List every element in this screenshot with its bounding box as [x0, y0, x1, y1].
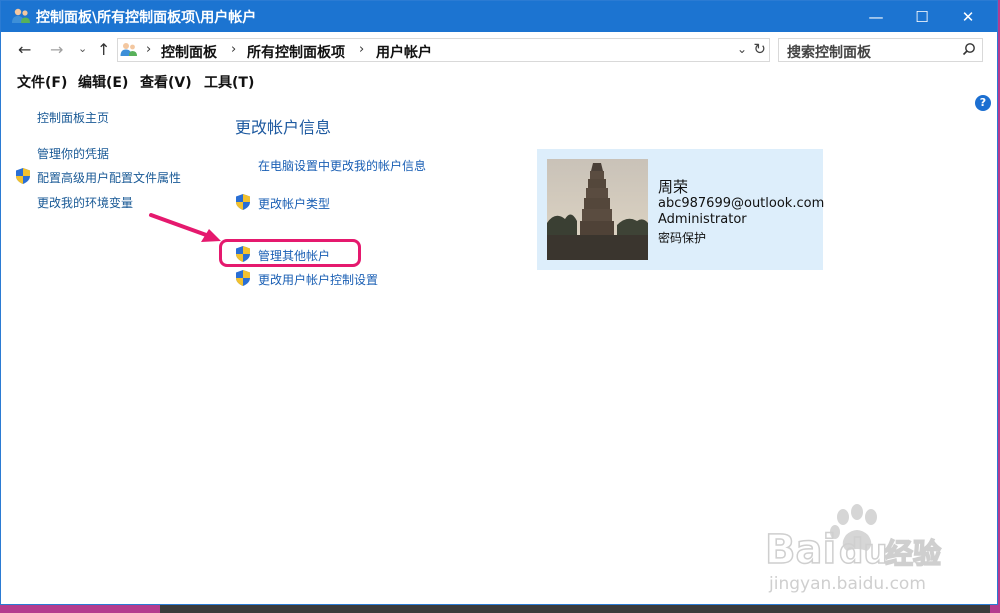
- menu-tools[interactable]: 工具(T): [204, 72, 254, 92]
- account-name: 周荣: [658, 178, 689, 196]
- account-card: 周荣 abc987699@outlook.com Administrator 密…: [537, 149, 825, 270]
- menu-bar: 文件(F) 编辑(E) 查看(V) 工具(T): [1, 68, 997, 93]
- help-icon[interactable]: ?: [975, 95, 991, 111]
- recent-locations-button[interactable]: ⌄: [78, 42, 87, 55]
- shield-icon: [236, 270, 250, 286]
- sidebar-item-advanced-profile[interactable]: 配置高级用户配置文件属性: [37, 169, 181, 186]
- up-button[interactable]: ↑: [97, 40, 110, 59]
- sidebar-item-home[interactable]: 控制面板主页: [37, 109, 109, 126]
- control-panel-window: 控制面板\所有控制面板项\用户帐户 — ☐ ✕ ← → ⌄ ↑ › 控制面板 ›…: [0, 0, 998, 605]
- link-manage-other-accounts[interactable]: 管理其他帐户: [258, 247, 330, 264]
- account-email: abc987699@outlook.com: [658, 196, 825, 211]
- search-icon[interactable]: [962, 42, 976, 56]
- users-icon: [12, 8, 30, 23]
- pointer-arrow-icon: [149, 213, 221, 242]
- svg-text:jingyan.baidu.com: jingyan.baidu.com: [768, 574, 926, 594]
- back-button[interactable]: ←: [18, 40, 31, 59]
- menu-edit[interactable]: 编辑(E): [78, 72, 128, 92]
- breadcrumb-separator[interactable]: ›: [231, 42, 236, 57]
- taskbar-strip: [160, 605, 990, 613]
- minimize-button[interactable]: —: [853, 1, 899, 32]
- svg-text:经验: 经验: [885, 537, 941, 570]
- avatar: [547, 159, 648, 260]
- address-bar[interactable]: › 控制面板 › 所有控制面板项 › 用户帐户 ⌄ ↻: [117, 38, 770, 62]
- shield-icon: [236, 246, 250, 262]
- users-icon: [120, 43, 137, 56]
- breadcrumb-user-accounts[interactable]: 用户帐户: [376, 42, 432, 62]
- breadcrumb-separator[interactable]: ›: [359, 42, 364, 57]
- forward-button[interactable]: →: [50, 40, 63, 59]
- window-title: 控制面板\所有控制面板项\用户帐户: [36, 10, 257, 26]
- link-change-account-type[interactable]: 更改帐户类型: [258, 195, 330, 212]
- close-button[interactable]: ✕: [945, 1, 991, 32]
- breadcrumb-separator: ›: [146, 42, 152, 57]
- title-bar: 控制面板\所有控制面板项\用户帐户 — ☐ ✕: [1, 1, 997, 32]
- address-dropdown-icon[interactable]: ⌄: [737, 42, 747, 56]
- baidu-watermark-logo: Bai du 经验 jingyan.baidu.com: [764, 504, 942, 594]
- address-row: ← → ⌄ ↑ › 控制面板 › 所有控制面板项 › 用户帐户 ⌄ ↻ 搜索控制…: [1, 32, 997, 68]
- page-title: 更改帐户信息: [235, 118, 332, 137]
- refresh-icon[interactable]: ↻: [753, 40, 766, 58]
- menu-view[interactable]: 查看(V): [140, 72, 192, 92]
- breadcrumb-all-items[interactable]: 所有控制面板项: [247, 42, 345, 62]
- account-role: Administrator: [658, 212, 747, 227]
- breadcrumb-control-panel[interactable]: 控制面板: [161, 42, 217, 62]
- link-change-in-pc-settings[interactable]: 在电脑设置中更改我的帐户信息: [258, 157, 426, 174]
- sidebar-item-env-variables[interactable]: 更改我的环境变量: [37, 194, 133, 211]
- shield-icon: [236, 194, 250, 210]
- search-placeholder: 搜索控制面板: [787, 45, 871, 61]
- account-password-status: 密码保护: [658, 231, 707, 245]
- shield-icon: [16, 168, 30, 184]
- svg-text:Bai: Bai: [765, 527, 836, 573]
- sidebar-item-credentials[interactable]: 管理你的凭据: [37, 145, 109, 162]
- maximize-button[interactable]: ☐: [899, 1, 945, 32]
- svg-text:du: du: [839, 532, 888, 572]
- link-uac-settings[interactable]: 更改用户帐户控制设置: [258, 271, 378, 288]
- search-input[interactable]: 搜索控制面板: [778, 38, 983, 62]
- menu-file[interactable]: 文件(F): [17, 72, 67, 92]
